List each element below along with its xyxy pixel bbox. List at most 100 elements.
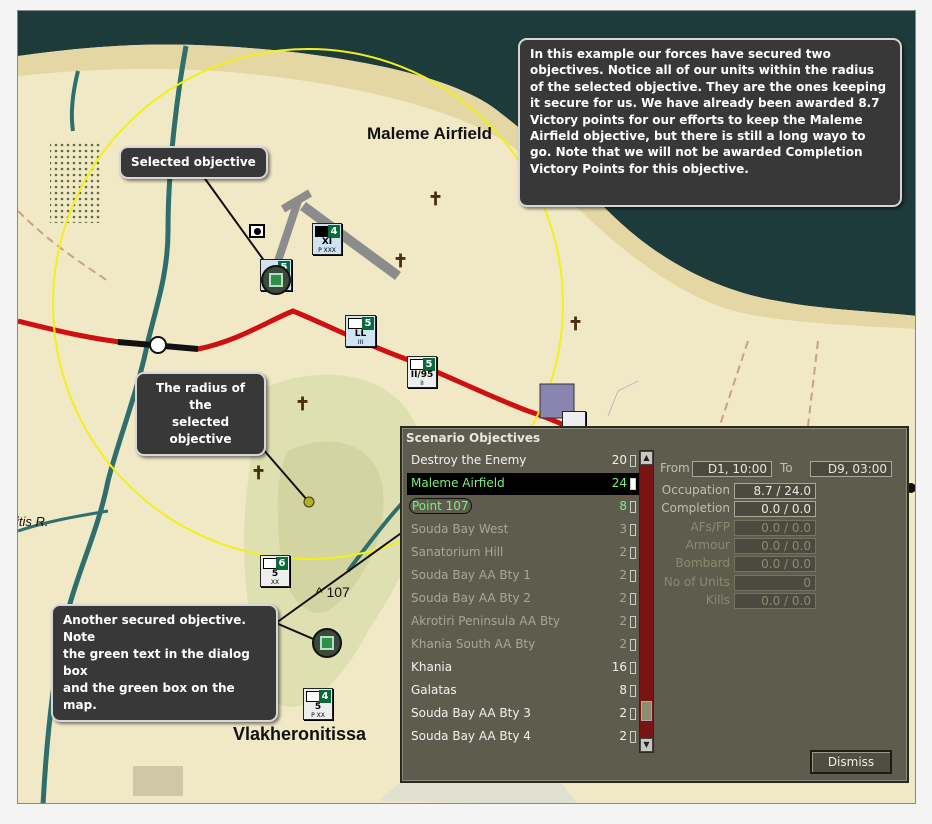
objective-points: 2 bbox=[619, 706, 627, 720]
unit-counter[interactable]: 5 II/95 II bbox=[407, 356, 437, 388]
objective-status-box bbox=[630, 478, 636, 490]
objective-name: Khania bbox=[411, 660, 453, 674]
scroll-down-icon[interactable]: ▼ bbox=[640, 738, 653, 752]
objective-name: Point 107 bbox=[409, 498, 472, 514]
objective-name: Akrotiri Peninsula AA Bty bbox=[411, 614, 560, 628]
objective-points: 2 bbox=[619, 614, 627, 628]
objective-row[interactable]: Souda Bay AA Bty 1 2 bbox=[407, 565, 639, 587]
objective-status-box bbox=[630, 524, 636, 536]
unit-size: II bbox=[420, 380, 424, 387]
stat-value: 0.0 / 0.0 bbox=[734, 501, 816, 518]
secured-callout-line1: Another secured objective. Note bbox=[63, 613, 246, 644]
objective-status-box bbox=[630, 547, 636, 559]
hq-icon bbox=[254, 228, 261, 235]
unit-name: 5 bbox=[271, 569, 279, 579]
unit-size: III bbox=[357, 339, 364, 346]
objective-row[interactable]: Souda Bay AA Bty 3 2 bbox=[407, 703, 639, 725]
secured-objective-marker[interactable] bbox=[312, 628, 342, 658]
objective-points: 8 bbox=[619, 499, 627, 513]
unit-size: P XX bbox=[311, 712, 325, 719]
objective-row[interactable]: Point 107 8 bbox=[407, 496, 639, 518]
objective-row[interactable]: Souda Bay AA Bty 4 2 bbox=[407, 726, 639, 748]
unit-name: LL bbox=[354, 329, 367, 339]
objective-row[interactable]: Maleme Airfield 24 bbox=[407, 473, 639, 495]
objective-status-box bbox=[630, 455, 636, 467]
objective-points: 16 bbox=[611, 660, 627, 674]
objective-row[interactable]: Sanatorium Hill 2 bbox=[407, 542, 639, 564]
unit-symbol-icon bbox=[348, 318, 363, 329]
church-icon: ✝ bbox=[295, 394, 311, 415]
objective-name: Souda Bay AA Bty 2 bbox=[411, 591, 531, 605]
unit-counter[interactable]: 6 5 XX bbox=[260, 555, 290, 587]
dialog-title: Scenario Objectives bbox=[406, 431, 541, 445]
radius-callout-line1: The radius of the bbox=[155, 381, 246, 412]
to-label: To bbox=[780, 461, 793, 475]
church-icon: ✝ bbox=[568, 314, 584, 335]
objective-name: Maleme Airfield bbox=[411, 476, 505, 490]
from-label: From bbox=[660, 461, 690, 475]
objective-status-box bbox=[630, 662, 636, 674]
objective-points: 2 bbox=[619, 729, 627, 743]
height-label: ^ 107 bbox=[316, 584, 350, 600]
objective-list-scrollbar[interactable]: ▲ ▼ bbox=[639, 450, 654, 753]
secured-objective-callout: Another secured objective. Note the gree… bbox=[51, 604, 278, 722]
secured-callout-line3: and the green box on the map. bbox=[63, 681, 235, 712]
scenario-objectives-dialog[interactable]: Scenario Objectives Destroy the Enemy 20 M… bbox=[400, 426, 909, 783]
stat-value: 0.0 / 0.0 bbox=[734, 592, 816, 609]
church-icon: ✝ bbox=[428, 189, 444, 210]
objective-points: 2 bbox=[619, 591, 627, 605]
secured-callout-line2: the green text in the dialog box bbox=[63, 647, 250, 678]
objective-name: Souda Bay West bbox=[411, 522, 509, 536]
unit-size: P XXX bbox=[318, 247, 336, 254]
stat-value: 0.0 / 0.0 bbox=[734, 519, 816, 536]
objective-name: Souda Bay AA Bty 3 bbox=[411, 706, 531, 720]
stat-value: 0 bbox=[734, 574, 816, 591]
selected-objective-callout: Selected objective bbox=[119, 146, 268, 179]
bridge bbox=[149, 336, 167, 354]
objective-status-box bbox=[630, 593, 636, 605]
stat-label: Armour bbox=[685, 537, 730, 552]
objective-points: 20 bbox=[611, 453, 627, 467]
objective-row[interactable]: Souda Bay West 3 bbox=[407, 519, 639, 541]
objective-row[interactable]: Akrotiri Peninsula AA Bty 2 bbox=[407, 611, 639, 633]
hq-marker[interactable] bbox=[249, 224, 265, 238]
objective-name: Destroy the Enemy bbox=[411, 453, 527, 467]
objective-flag-icon bbox=[269, 273, 283, 287]
objective-status-box bbox=[630, 708, 636, 720]
objective-name: Khania South AA Bty bbox=[411, 637, 536, 651]
stat-label: Bombard bbox=[675, 556, 730, 571]
map-frame[interactable]: Maleme Airfield Vlakheronitissa itis R. … bbox=[17, 10, 916, 804]
scroll-thumb[interactable] bbox=[641, 701, 652, 721]
objective-list[interactable]: Destroy the Enemy 20 Maleme Airfield 24 Poin… bbox=[407, 450, 639, 750]
to-value: D9, 03:00 bbox=[810, 461, 892, 477]
objective-status-box bbox=[630, 501, 636, 513]
unit-size: XX bbox=[270, 579, 280, 586]
objective-row[interactable]: Galatas 8 bbox=[407, 680, 639, 702]
selected-objective-marker[interactable] bbox=[261, 265, 291, 295]
objective-points: 3 bbox=[619, 522, 627, 536]
stat-value: 8.7 / 24.0 bbox=[734, 483, 816, 499]
radius-callout-line2: selected objective bbox=[169, 415, 232, 446]
place-label-vlakheronitissa: Vlakheronitissa bbox=[233, 724, 367, 744]
objective-status-box bbox=[630, 639, 636, 651]
dismiss-button[interactable]: Dismiss bbox=[810, 750, 892, 774]
objective-row[interactable]: Destroy the Enemy 20 bbox=[407, 450, 639, 472]
unit-counter[interactable]: 5 LL III bbox=[345, 315, 376, 347]
objective-points: 24 bbox=[611, 476, 627, 490]
objective-points: 2 bbox=[619, 637, 627, 651]
place-label-maleme: Maleme Airfield bbox=[367, 124, 493, 143]
objective-status-box bbox=[630, 616, 636, 628]
stat-label: Occupation bbox=[661, 483, 730, 497]
stat-label: Kills bbox=[705, 592, 730, 607]
unit-counter[interactable]: 4 5 P XX bbox=[303, 688, 333, 720]
objective-row[interactable]: Khania 16 bbox=[407, 657, 639, 679]
objective-points: 2 bbox=[619, 568, 627, 582]
church-icon: ✝ bbox=[251, 463, 267, 484]
objective-name: Galatas bbox=[411, 683, 457, 697]
objective-row[interactable]: Souda Bay AA Bty 2 2 bbox=[407, 588, 639, 610]
objective-status-box bbox=[630, 731, 636, 743]
objective-name: Sanatorium Hill bbox=[411, 545, 504, 559]
unit-counter[interactable]: 4 XI P XXX bbox=[312, 223, 342, 255]
objective-row[interactable]: Khania South AA Bty 2 bbox=[407, 634, 639, 656]
scroll-up-icon[interactable]: ▲ bbox=[640, 451, 653, 465]
